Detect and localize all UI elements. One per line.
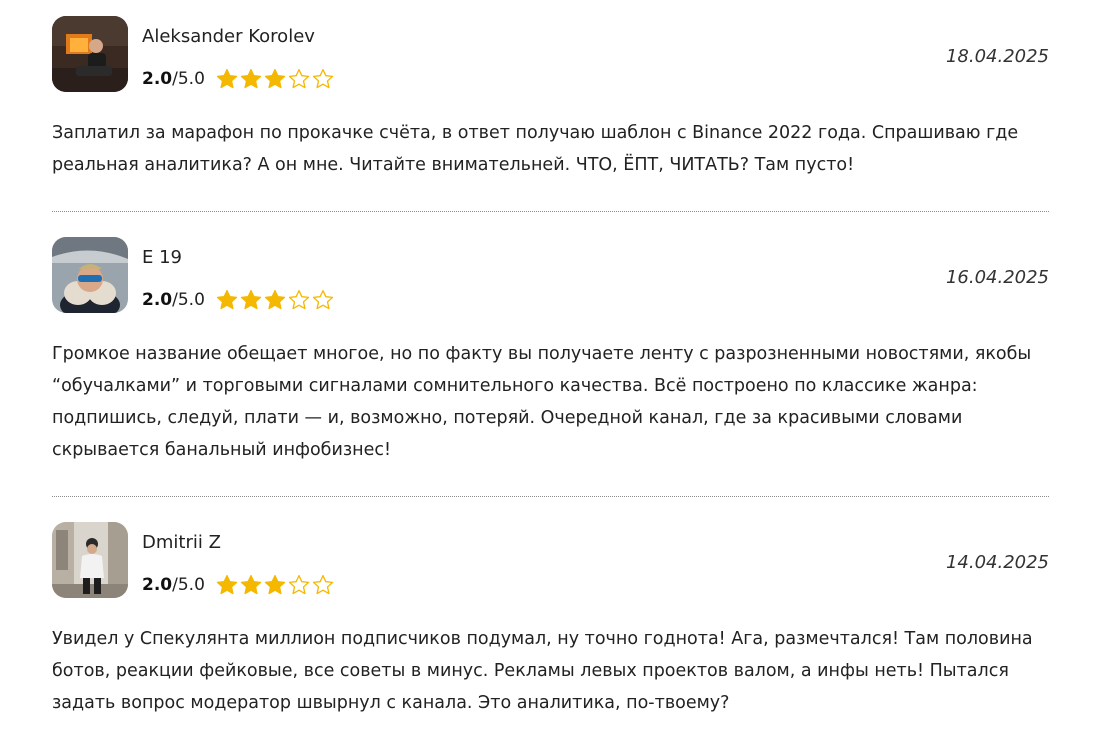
rating-score: 2.0 (142, 69, 173, 89)
review-date: 16.04.2025 (945, 267, 1049, 288)
star-filled-icon (263, 573, 287, 597)
star-outline-icon (287, 67, 311, 91)
review-date: 18.04.2025 (945, 46, 1049, 67)
divider (52, 211, 1049, 212)
review-author: E 19 (142, 247, 182, 268)
rating-score: 2.0 (142, 290, 173, 310)
rating-max: /5.0 (172, 69, 205, 89)
star-filled-icon (239, 573, 263, 597)
review-text: Увидел у Спекулянта миллион подписчиков … (52, 629, 1033, 713)
star-filled-icon (263, 288, 287, 312)
star-filled-icon (239, 67, 263, 91)
star-outline-icon (311, 573, 335, 597)
avatar[interactable] (52, 16, 128, 92)
rating: 2.0 /5.0 (142, 287, 335, 313)
rating-score: 2.0 (142, 575, 173, 595)
review-text: Громкое название обещает многое, но по ф… (52, 344, 1032, 460)
star-outline-icon (287, 288, 311, 312)
rating-max: /5.0 (172, 290, 205, 310)
review-date: 14.04.2025 (945, 552, 1049, 573)
avatar[interactable] (52, 522, 128, 598)
divider (52, 496, 1049, 497)
rating: 2.0 /5.0 (142, 66, 335, 92)
star-filled-icon (215, 288, 239, 312)
star-filled-icon (215, 573, 239, 597)
review-author: Aleksander Korolev (142, 26, 315, 47)
star-outline-icon (311, 288, 335, 312)
star-rating (215, 67, 335, 91)
rating: 2.0 /5.0 (142, 572, 335, 598)
avatar[interactable] (52, 237, 128, 313)
star-outline-icon (311, 67, 335, 91)
star-rating (215, 288, 335, 312)
review-author: Dmitrii Z (142, 532, 221, 553)
star-filled-icon (263, 67, 287, 91)
star-filled-icon (239, 288, 263, 312)
reviews-list: Aleksander Korolev 2.0 /5.0 18.04.2025 З… (0, 0, 1093, 733)
star-rating (215, 573, 335, 597)
star-filled-icon (215, 67, 239, 91)
rating-max: /5.0 (172, 575, 205, 595)
review-text: Заплатил за марафон по прокачке счёта, в… (52, 123, 1019, 175)
star-outline-icon (287, 573, 311, 597)
